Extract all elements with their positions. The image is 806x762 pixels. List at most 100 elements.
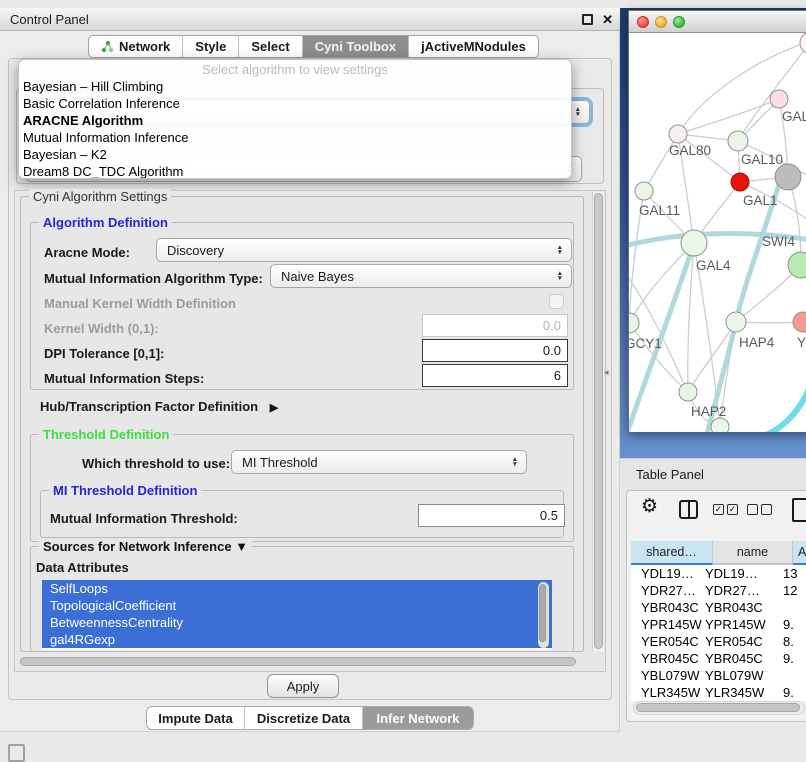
threshold-definition-legend: Threshold Definition — [39, 427, 173, 442]
attribute-list-item[interactable]: TopologicalCoefficient — [42, 597, 552, 614]
table-horizontal-scrollbar[interactable] — [633, 701, 805, 715]
table-row[interactable]: YLR345WYLR345W9. — [631, 684, 806, 701]
network-node[interactable] — [731, 173, 749, 191]
combo-value: MI Threshold — [242, 455, 512, 470]
column-header-shared-name[interactable]: shared… — [631, 541, 713, 565]
network-node[interactable] — [770, 90, 788, 108]
combo-arrows-icon: ▲▼ — [557, 271, 563, 281]
columns-icon[interactable] — [679, 500, 698, 519]
hub-definition-expander[interactable]: Hub/Transcription Factor Definition ▶ — [40, 399, 278, 414]
gear-icon[interactable]: ⚙ — [641, 495, 658, 517]
network-node[interactable] — [726, 312, 746, 332]
table-row[interactable]: YDR27…YDR27…12 — [631, 582, 806, 599]
mi-threshold-legend: MI Threshold Definition — [49, 483, 201, 498]
table-cell: YPR145W — [705, 617, 783, 632]
table-row[interactable]: YBR043CYBR043C — [631, 599, 806, 616]
table-cell: YLR345W — [705, 685, 783, 700]
network-node[interactable] — [793, 312, 806, 332]
combo-value: Discovery — [167, 243, 557, 258]
minimized-panel-icon[interactable] — [8, 744, 25, 762]
tab-label: Style — [195, 39, 226, 54]
network-node[interactable] — [711, 418, 729, 432]
table-panel-header: Table Panel — [620, 458, 806, 490]
tab-infer-network[interactable]: Infer Network — [363, 707, 473, 729]
table-cell: YDR27… — [705, 583, 783, 598]
float-window-icon[interactable] — [582, 14, 593, 25]
attributes-list-scrollbar[interactable] — [538, 582, 549, 648]
table-row[interactable]: YDL19…YDL19…13 — [631, 565, 806, 582]
document-icon[interactable] — [792, 498, 806, 522]
network-node[interactable] — [728, 131, 748, 151]
tab-label: Cyni Toolbox — [315, 39, 396, 54]
data-attributes-list[interactable]: SelfLoopsTopologicalCoefficientBetweenne… — [42, 580, 552, 650]
network-node[interactable] — [681, 230, 707, 256]
kernel-width-label: Kernel Width (0,1): — [44, 321, 159, 336]
network-node-label: GAL — [782, 109, 806, 124]
tab-label: Infer Network — [376, 711, 459, 726]
tab-cyni-toolbox[interactable]: Cyni Toolbox — [303, 36, 409, 57]
close-traffic-light[interactable] — [637, 16, 649, 28]
network-graph: GALGAL80GAL10GAL1GAL11SWI4GAL4GCY1HAP4YH… — [629, 33, 806, 432]
popup-item[interactable]: Dream8 DC_TDC Algorithm — [19, 163, 571, 179]
combo-arrows-icon: ▲▼ — [512, 457, 518, 467]
network-canvas[interactable]: GALGAL80GAL10GAL1GAL11SWI4GAL4GCY1HAP4YH… — [629, 33, 806, 432]
tab-impute-data[interactable]: Impute Data — [147, 707, 245, 729]
mi-steps-input[interactable]: 6 — [422, 364, 568, 387]
tab-style[interactable]: Style — [183, 36, 239, 57]
table-row[interactable]: YER054CYER054C8. — [631, 633, 806, 650]
table-cell: 13 — [783, 566, 806, 581]
network-node[interactable] — [788, 252, 806, 278]
network-node-label: GAL80 — [669, 143, 711, 158]
column-header-name[interactable]: name — [713, 541, 793, 565]
tab-label: Network — [119, 39, 170, 54]
tab-jactivemnodules[interactable]: jActiveMNodules — [409, 36, 538, 57]
attribute-list-item[interactable]: BetweennessCentrality — [42, 614, 552, 631]
manual-kernel-checkbox[interactable] — [549, 294, 564, 309]
tab-select[interactable]: Select — [239, 36, 302, 57]
network-node[interactable] — [679, 383, 697, 401]
tab-network[interactable]: Network — [89, 36, 183, 57]
show-all-columns-icon[interactable]: ✓ ✓ — [713, 504, 738, 515]
dpi-tolerance-label: DPI Tolerance [0,1]: — [44, 346, 164, 361]
sources-legend[interactable]: Sources for Network Inference ▼ — [39, 539, 252, 554]
table-rows[interactable]: YDL19…YDL19…13YDR27…YDR27…12YBR043CYBR04… — [631, 565, 806, 705]
column-header-partial[interactable]: A — [793, 541, 806, 565]
panel-collapse-handle[interactable]: ◂ — [604, 367, 609, 378]
table-row[interactable]: YBL079WYBL079W — [631, 667, 806, 684]
tab-discretize-data[interactable]: Discretize Data — [245, 707, 363, 729]
popup-item[interactable]: ARACNE Algorithm — [19, 112, 571, 129]
settings-horizontal-scrollbar[interactable] — [18, 656, 588, 668]
attribute-list-item[interactable]: SelfLoops — [42, 580, 552, 597]
network-node[interactable] — [775, 164, 801, 190]
table-header-row: shared… name A — [631, 541, 806, 565]
settings-vertical-scrollbar[interactable] — [592, 192, 604, 652]
network-node[interactable] — [800, 33, 806, 54]
popup-item[interactable]: Mutual Information Inference — [19, 129, 571, 146]
close-icon[interactable]: ✕ — [602, 12, 613, 28]
network-edge — [759, 389, 806, 432]
mi-threshold-input[interactable]: 0.5 — [418, 504, 565, 527]
zoom-traffic-light[interactable] — [673, 16, 685, 28]
table-row[interactable]: YBR045CYBR045C9. — [631, 650, 806, 667]
dpi-tolerance-input[interactable]: 0.0 — [422, 339, 568, 362]
popup-item[interactable]: Bayesian – Hill Climbing — [19, 78, 571, 95]
network-node[interactable] — [669, 125, 687, 143]
cyni-settings-legend: Cyni Algorithm Settings — [29, 189, 171, 204]
popup-item[interactable]: Bayesian – K2 — [19, 146, 571, 163]
expand-right-icon: ▶ — [270, 402, 278, 414]
aracne-mode-combo[interactable]: Discovery ▲▼ — [156, 238, 572, 262]
minimize-traffic-light[interactable] — [655, 16, 667, 28]
hide-all-columns-icon[interactable] — [747, 504, 772, 515]
which-threshold-combo[interactable]: MI Threshold ▲▼ — [231, 450, 527, 474]
bottom-tabbar: Impute Data Discretize Data Infer Networ… — [146, 706, 474, 730]
kernel-width-input[interactable]: 0.0 — [422, 314, 568, 337]
network-node[interactable] — [635, 182, 653, 200]
apply-button-label: Apply — [287, 679, 320, 694]
apply-button[interactable]: Apply — [267, 674, 339, 698]
table-row[interactable]: YPR145WYPR145W9. — [631, 616, 806, 633]
network-node-label: HAP2 — [691, 404, 726, 419]
attribute-list-item[interactable]: gal4RGexp — [42, 631, 552, 648]
popup-item[interactable]: Basic Correlation Inference — [19, 95, 571, 112]
network-node[interactable] — [629, 313, 639, 333]
mi-type-combo[interactable]: Naive Bayes ▲▼ — [270, 264, 572, 288]
